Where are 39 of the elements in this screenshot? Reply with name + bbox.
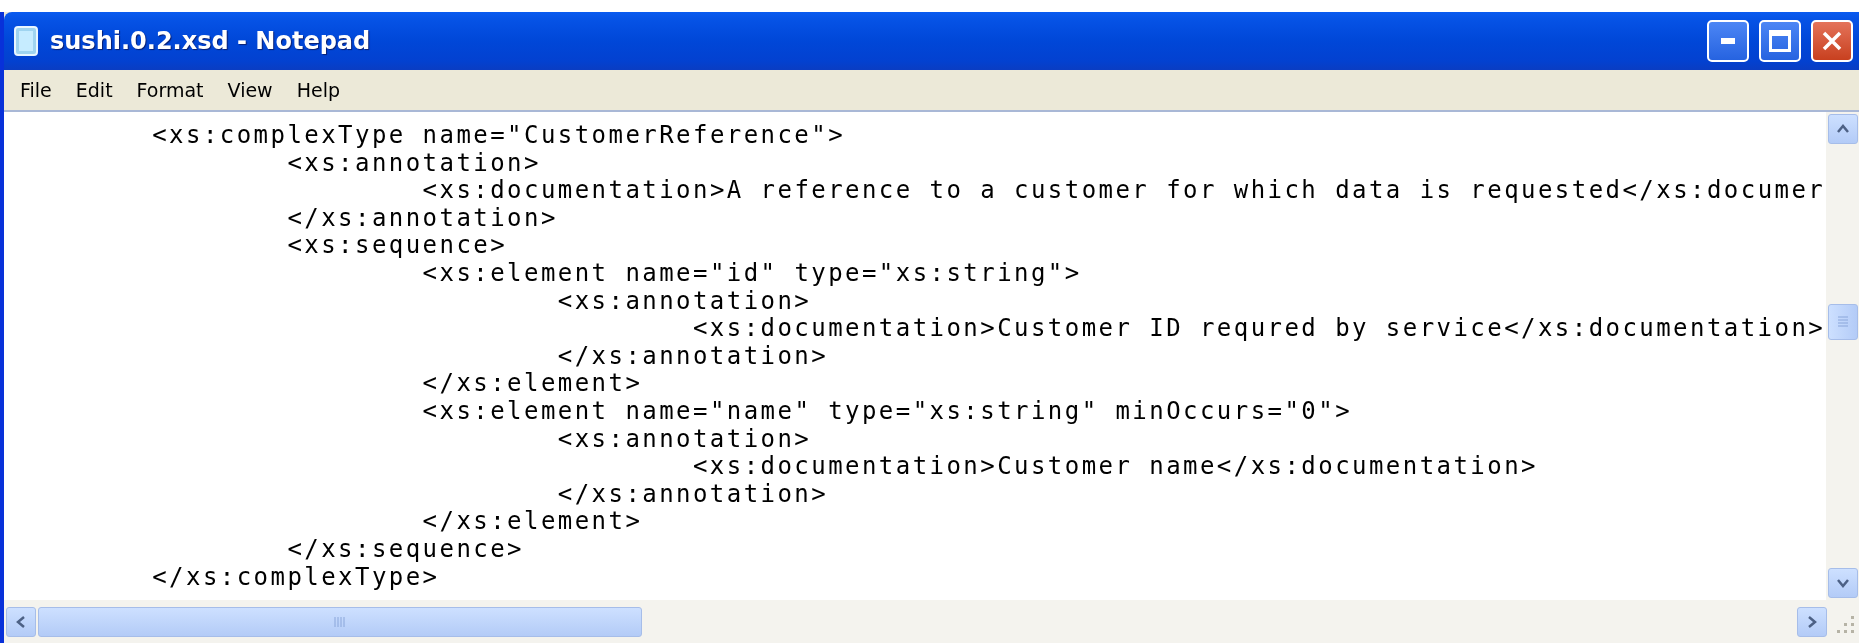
close-button[interactable] <box>1811 20 1853 62</box>
notepad-icon <box>12 25 40 57</box>
vertical-scrollbar[interactable] <box>1826 112 1859 600</box>
horizontal-scrollbar[interactable] <box>4 600 1859 643</box>
code-line: </xs:sequence> <box>286 535 525 564</box>
code-line: </xs:element> <box>421 508 644 536</box>
code-line: </xs:annotation> <box>556 480 830 509</box>
menu-item[interactable]: Edit <box>65 75 123 105</box>
scrollbar-thumb[interactable] <box>1827 304 1858 340</box>
code-line: </xs:complexType> <box>151 563 441 592</box>
grip-icon <box>333 614 347 629</box>
code-line: <xs:sequence> <box>286 232 509 260</box>
maximize-icon <box>1769 30 1791 52</box>
maximize-button[interactable] <box>1759 20 1801 62</box>
code-line: <xs:annotation> <box>556 287 813 316</box>
menu-item[interactable]: Help <box>286 75 350 105</box>
code-line: </xs:annotation> <box>286 204 559 233</box>
menu-item[interactable]: View <box>217 75 283 105</box>
code-line: <xs:documentation>Customer ID requred by service</xs:documentation> <box>691 315 1826 343</box>
code-line: </xs:element> <box>421 370 644 398</box>
code-line: </xs:annotation> <box>556 342 830 371</box>
scroll-left-button[interactable] <box>6 606 36 637</box>
code-line: <xs:annotation> <box>286 149 542 178</box>
grip-icon <box>1835 315 1850 329</box>
minimize-button[interactable] <box>1707 20 1749 62</box>
menu-item[interactable]: File <box>10 75 62 105</box>
code-line: <xs:element name="id" type="xs:string"> <box>421 259 1083 288</box>
code-line: <xs:element name="name" type="xs:string" minOccurs="0"> <box>421 397 1354 426</box>
code-line: <xs:annotation> <box>556 425 813 454</box>
scrollbar-thumb[interactable] <box>38 606 642 637</box>
close-icon <box>1821 30 1843 52</box>
scroll-down-button[interactable] <box>1827 568 1858 598</box>
code-line: <xs:complexType name="CustomerReference"> <box>151 122 847 150</box>
menu-item[interactable]: Format <box>126 75 214 105</box>
code-line: <xs:documentation>A reference to a customer for which data is requested</xs:documer <box>421 177 1826 205</box>
scroll-right-button[interactable] <box>1797 606 1827 637</box>
scroll-up-button[interactable] <box>1827 114 1858 144</box>
window-title: sushi.0.2.xsd - Notepad <box>50 27 372 55</box>
code-line: <xs:documentation>Customer name</xs:documentation> <box>691 453 1539 481</box>
